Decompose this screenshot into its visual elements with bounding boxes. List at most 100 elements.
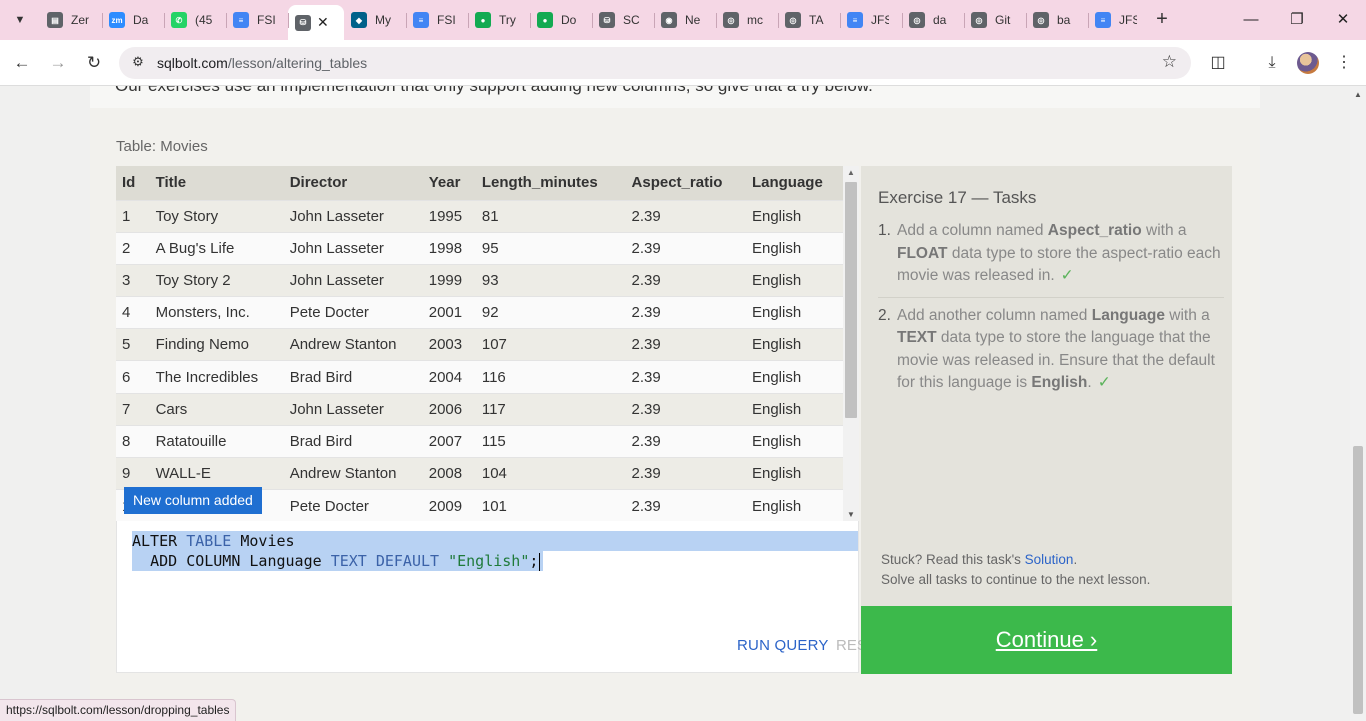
table-cell: 9 bbox=[116, 456, 150, 490]
browser-tab[interactable]: ● Do bbox=[530, 5, 592, 35]
browser-tab[interactable]: ◎ ba bbox=[1026, 5, 1088, 35]
table-scrollbar[interactable]: ▲ ▼ bbox=[843, 166, 859, 521]
continue-button[interactable]: Continue › bbox=[861, 606, 1232, 674]
browser-tab[interactable]: ● Try bbox=[468, 5, 530, 35]
table-cell: 7 bbox=[116, 392, 150, 426]
browser-tab[interactable]: ≡ FSI bbox=[406, 5, 468, 35]
browser-tab[interactable]: ◎ mc bbox=[716, 5, 778, 35]
tab-label: Try bbox=[499, 13, 516, 27]
solve-all-hint: Solve all tasks to continue to the next … bbox=[881, 572, 1151, 587]
tab-label: mc bbox=[747, 13, 763, 27]
notification-toast: New column added bbox=[124, 487, 262, 514]
task-text-part: English bbox=[1031, 374, 1088, 391]
run-query-button[interactable]: RUN QUERY bbox=[737, 637, 829, 654]
continue-label[interactable]: Continue › bbox=[996, 627, 1098, 653]
back-icon[interactable]: ← bbox=[10, 51, 34, 75]
code-line-2[interactable]: ADD COLUMN Language TEXT DEFAULT "Englis… bbox=[132, 551, 544, 571]
table-scroll-thumb[interactable] bbox=[845, 182, 857, 418]
scroll-up-icon[interactable]: ▲ bbox=[1354, 90, 1362, 99]
table-cell: 2.39 bbox=[625, 296, 746, 329]
table-cell: 117 bbox=[475, 392, 626, 426]
tab-search-icon[interactable]: ▼ bbox=[8, 8, 32, 32]
download-icon[interactable]: ⤓ bbox=[1260, 51, 1284, 75]
browser-tab[interactable]: ⛁ ✕ bbox=[288, 5, 344, 40]
table-cell: 6 bbox=[116, 360, 150, 394]
table-cell: Brad Bird bbox=[283, 424, 423, 458]
profile-avatar[interactable] bbox=[1297, 52, 1319, 74]
code-line-1[interactable]: ALTER TABLE Movies bbox=[132, 531, 858, 551]
browser-toolbar: ← → ↻ ⚙ sqlbolt.com/lesson/altering_tabl… bbox=[0, 40, 1366, 86]
table-cell: Finding Nemo bbox=[149, 328, 284, 361]
address-bar[interactable]: ⚙ sqlbolt.com/lesson/altering_tables ☆ bbox=[119, 47, 1191, 79]
browser-tab[interactable]: ✆ (45 bbox=[164, 5, 226, 35]
google-docs-icon: ≡ bbox=[233, 12, 249, 28]
code-token: COLUMN bbox=[186, 552, 241, 570]
forward-icon[interactable]: → bbox=[46, 51, 70, 75]
new-tab-button[interactable]: + bbox=[1150, 8, 1174, 32]
table-cell: Toy Story bbox=[149, 199, 284, 233]
task-text-part: TEXT bbox=[897, 329, 937, 346]
bookmark-star-icon[interactable]: ☆ bbox=[1162, 52, 1177, 72]
site-info-icon[interactable]: ⚙ bbox=[129, 54, 147, 72]
browser-tab[interactable]: ◆ My bbox=[344, 5, 406, 35]
browser-tab[interactable]: ⛁ SC bbox=[592, 5, 654, 35]
table-cell: 2.39 bbox=[625, 424, 746, 458]
github-icon: ◎ bbox=[1033, 12, 1049, 28]
browser-tab[interactable]: zm Da bbox=[102, 5, 164, 35]
table-row: 7 Cars John Lasseter 2006 117 2.39 English bbox=[116, 392, 843, 426]
browser-tab[interactable]: ≡ JFS bbox=[1088, 5, 1150, 35]
tab-label: FSI bbox=[257, 13, 275, 27]
scroll-up-icon[interactable]: ▲ bbox=[847, 168, 855, 177]
close-window-icon[interactable]: ✕ bbox=[1330, 8, 1356, 32]
table-cell: 1999 bbox=[422, 263, 476, 297]
task-number: 2. bbox=[878, 306, 891, 324]
column-header: Aspect_ratio bbox=[625, 166, 746, 200]
sql-editor[interactable]: ALTER TABLE Movies ADD COLUMN Language T… bbox=[116, 521, 886, 673]
table-cell: 5 bbox=[116, 328, 150, 361]
table-cell: John Lasseter bbox=[283, 392, 423, 426]
extensions-icon[interactable]: ◫ bbox=[1206, 51, 1230, 75]
solution-link[interactable]: Solution bbox=[1025, 552, 1074, 567]
table-cell: Brad Bird bbox=[283, 360, 423, 394]
table-cell: 2.39 bbox=[625, 456, 746, 490]
table-cell: 101 bbox=[475, 489, 626, 521]
page-scrollbar[interactable]: ▲ bbox=[1350, 86, 1366, 721]
browser-tab[interactable]: ▤ Zer bbox=[40, 5, 102, 35]
text-caret bbox=[539, 552, 541, 571]
table-cell: Pete Docter bbox=[283, 489, 423, 521]
table-caption: Table: Movies bbox=[116, 138, 208, 155]
tasks-title: Exercise 17 — Tasks bbox=[878, 188, 1037, 207]
restore-icon[interactable]: ❐ bbox=[1284, 8, 1310, 32]
table-cell: 1 bbox=[116, 199, 150, 233]
minimize-icon[interactable]: — bbox=[1238, 8, 1264, 32]
code-token: ADD bbox=[150, 552, 178, 570]
browser-tab[interactable]: ◎ TA bbox=[778, 5, 840, 35]
browser-tab[interactable]: ≡ JFS bbox=[840, 5, 902, 35]
table-cell: 2.39 bbox=[625, 231, 746, 265]
menu-kebab-icon[interactable]: ⋮ bbox=[1332, 51, 1356, 75]
browser-tab[interactable]: ◉ Ne bbox=[654, 5, 716, 35]
browser-tab[interactable]: ◎ da bbox=[902, 5, 964, 35]
task-text-part: Add another column named bbox=[897, 306, 1092, 324]
status-bar-url: https://sqlbolt.com/lesson/dropping_tabl… bbox=[0, 699, 237, 721]
zoom-icon: zm bbox=[109, 12, 125, 28]
scroll-down-icon[interactable]: ▼ bbox=[847, 510, 855, 519]
column-header: Title bbox=[149, 166, 284, 200]
table-cell: 3 bbox=[116, 263, 150, 297]
table-cell: 2.39 bbox=[625, 263, 746, 297]
task-text-part: FLOAT bbox=[897, 244, 948, 262]
table-cell: Pete Docter bbox=[283, 296, 423, 329]
table-row: 6 The Incredibles Brad Bird 2004 116 2.39 Engl… bbox=[116, 360, 843, 394]
tab-close-icon[interactable]: ✕ bbox=[317, 14, 329, 31]
browser-tab[interactable]: ◎ Git bbox=[964, 5, 1026, 35]
table-cell: John Lasseter bbox=[283, 231, 423, 265]
reload-icon[interactable]: ↻ bbox=[82, 51, 106, 75]
stuck-hint-text: Stuck? Read this task's bbox=[881, 552, 1025, 567]
table-cell: 95 bbox=[475, 231, 626, 265]
page-scroll-thumb[interactable] bbox=[1353, 446, 1363, 714]
code-token: ALTER bbox=[132, 532, 178, 550]
table-cell: John Lasseter bbox=[283, 199, 423, 233]
table-cell: A Bug's Life bbox=[149, 231, 284, 265]
browser-tab[interactable]: ≡ FSI bbox=[226, 5, 288, 35]
url-text[interactable]: sqlbolt.com/lesson/altering_tables bbox=[157, 55, 367, 71]
